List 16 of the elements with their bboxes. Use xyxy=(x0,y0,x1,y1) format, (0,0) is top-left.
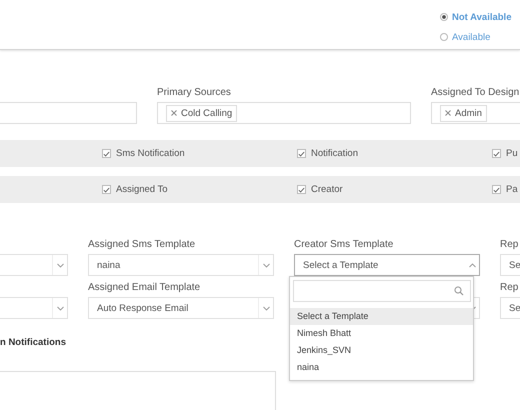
field-label: Rep xyxy=(500,282,520,295)
checkbox-label: Assigned To xyxy=(116,184,168,195)
field-label: Assigned To Design xyxy=(431,87,520,100)
field-label: Creator Sms Template xyxy=(294,239,394,252)
section-title: n Notifications xyxy=(0,337,67,348)
field-label: Primary Sources xyxy=(157,87,232,100)
checkbox-label: Pu xyxy=(506,148,518,159)
field-label: Assigned Email Template xyxy=(88,282,202,295)
tag-label: Cold Calling xyxy=(181,108,232,118)
checkbox-label: Pa xyxy=(506,184,518,195)
checkbox-label: Creator xyxy=(311,184,343,195)
checkbox-label: Notification xyxy=(311,148,358,159)
field-label: Assigned Sms Template xyxy=(88,239,196,252)
checkbox-label: Sms Notification xyxy=(116,148,185,159)
tag-label: Admin xyxy=(455,108,482,118)
field-label: Rep xyxy=(500,239,520,252)
